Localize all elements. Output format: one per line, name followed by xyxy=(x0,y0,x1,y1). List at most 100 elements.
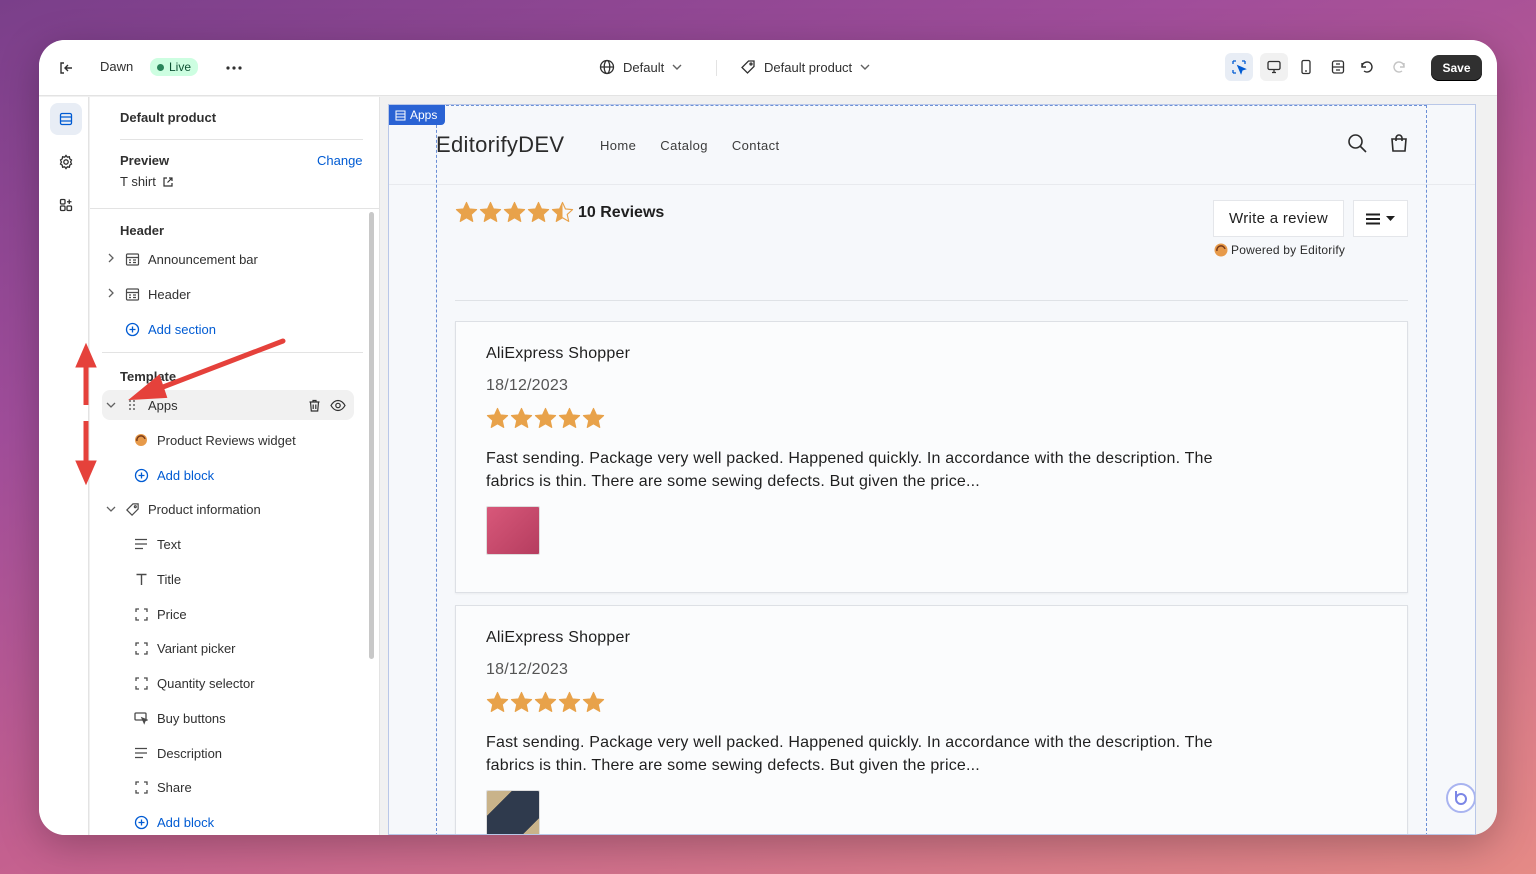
sections-icon[interactable] xyxy=(50,103,82,135)
block-icon xyxy=(129,641,153,655)
exit-icon[interactable] xyxy=(52,54,80,82)
section-apps[interactable]: Apps xyxy=(102,390,354,420)
add-section-label: Add section xyxy=(148,321,216,337)
review-card: AliExpress Shopper 18/12/2023 Fast sendi… xyxy=(455,321,1408,593)
eye-icon[interactable] xyxy=(330,398,346,413)
block-title[interactable]: Title xyxy=(129,564,354,594)
star-half-icon xyxy=(551,201,574,222)
block-label: Price xyxy=(157,606,187,622)
template-selector[interactable]: Default product xyxy=(740,59,870,75)
review-author: AliExpress Shopper xyxy=(486,345,631,362)
block-label: Share xyxy=(157,779,192,795)
apps-section-tag[interactable]: Apps xyxy=(389,105,446,125)
external-link-icon xyxy=(163,176,173,187)
tag-icon xyxy=(120,502,144,517)
section-label: Announcement bar xyxy=(148,251,258,267)
floating-widget-icon[interactable] xyxy=(1446,783,1475,813)
settings-gear-icon[interactable] xyxy=(50,146,82,178)
menu-icon xyxy=(1366,213,1380,224)
review-photo-thumbnail[interactable] xyxy=(486,790,540,834)
add-section-button[interactable]: Add section xyxy=(102,314,354,344)
block-icon xyxy=(129,676,153,690)
preview-label: Preview xyxy=(120,153,170,168)
block-icon xyxy=(129,607,153,621)
review-photo-thumbnail[interactable] xyxy=(486,506,540,555)
sidebar-title: Default product xyxy=(120,110,217,125)
sidebar-scrollbar[interactable] xyxy=(369,212,374,659)
star-full-icon xyxy=(558,691,581,712)
caret-down-icon xyxy=(1386,216,1395,221)
reviews-count: 10 Reviews xyxy=(578,203,665,221)
block-variant-picker[interactable]: Variant picker xyxy=(129,633,354,663)
review-date: 18/12/2023 xyxy=(486,661,569,678)
full-width-icon[interactable] xyxy=(1324,53,1352,81)
app-icon xyxy=(129,433,153,447)
block-description[interactable]: Description xyxy=(129,738,354,768)
store-preview-frame[interactable]: EditorifyDEV Home Catalog Contact Apps 1… xyxy=(388,104,1476,835)
add-block-button[interactable]: Add block xyxy=(129,460,354,490)
block-label: Product Reviews widget xyxy=(157,432,296,448)
plus-circle-icon xyxy=(129,468,153,483)
rating-summary: 10 Reviews xyxy=(455,201,664,224)
section-header[interactable]: Header xyxy=(102,279,354,309)
preview-value[interactable]: T shirt xyxy=(120,174,174,189)
live-dot-icon xyxy=(157,63,164,71)
section-label: Product information xyxy=(148,501,261,517)
review-text: Fast sending. Package very well packed. … xyxy=(486,734,1213,774)
star-full-icon xyxy=(558,407,581,428)
mobile-icon[interactable] xyxy=(1292,53,1320,81)
more-icon[interactable] xyxy=(220,54,248,82)
section-icon xyxy=(120,252,144,267)
undo-icon[interactable] xyxy=(1352,53,1380,81)
locale-selector[interactable]: Default xyxy=(599,59,682,75)
powered-by-label: Powered by Editorify xyxy=(1231,243,1346,257)
header-group-label: Header xyxy=(120,223,165,238)
reviews-divider xyxy=(455,300,1408,301)
block-label: Description xyxy=(157,745,223,761)
block-share[interactable]: Share xyxy=(129,772,354,802)
review-stars xyxy=(486,691,605,714)
chevron-down-icon[interactable] xyxy=(102,503,120,515)
globe-icon xyxy=(599,59,615,75)
editorify-logo-icon xyxy=(1214,243,1228,257)
chevron-down-icon[interactable] xyxy=(102,399,120,411)
block-price[interactable]: Price xyxy=(129,599,354,629)
chevron-right-icon xyxy=(102,253,120,266)
live-badge: Live xyxy=(150,58,199,76)
apps-tag-label: Apps xyxy=(410,108,438,122)
chevron-down-icon xyxy=(672,64,682,70)
block-quantity-selector[interactable]: Quantity selector xyxy=(129,668,354,698)
add-block-button[interactable]: Add block xyxy=(129,807,354,835)
template-label: Default product xyxy=(764,59,853,75)
block-buy-buttons[interactable]: Buy buttons xyxy=(129,703,354,733)
section-product-information[interactable]: Product information xyxy=(102,494,354,524)
redo-icon[interactable] xyxy=(1386,53,1414,81)
powered-by[interactable]: Powered by Editorify xyxy=(1214,243,1345,257)
block-product-reviews-widget[interactable]: Product Reviews widget xyxy=(129,425,354,455)
block-text[interactable]: Text xyxy=(129,529,354,559)
section-label: Header xyxy=(148,286,191,302)
drag-handle-icon[interactable] xyxy=(120,399,144,411)
star-full-icon xyxy=(582,407,605,428)
save-button[interactable]: Save xyxy=(1431,55,1482,81)
star-full-icon xyxy=(486,407,509,428)
section-label: Apps xyxy=(148,397,178,413)
section-announcement-bar[interactable]: Announcement bar xyxy=(102,244,354,274)
apps-grid-icon[interactable] xyxy=(50,189,82,221)
title-icon xyxy=(129,573,153,586)
star-full-icon xyxy=(455,201,478,222)
preview-area: EditorifyDEV Home Catalog Contact Apps 1… xyxy=(381,97,1497,835)
block-label: Variant picker xyxy=(157,640,236,656)
template-group-label: Template xyxy=(120,369,177,384)
desktop-icon[interactable] xyxy=(1260,53,1288,81)
trash-icon[interactable] xyxy=(307,398,322,413)
block-label: Buy buttons xyxy=(157,710,226,726)
star-full-icon xyxy=(534,691,557,712)
sort-menu-button[interactable] xyxy=(1353,200,1408,237)
star-full-icon xyxy=(510,691,533,712)
star-full-icon xyxy=(534,407,557,428)
change-preview-link[interactable]: Change xyxy=(317,153,363,168)
inspector-icon[interactable] xyxy=(1225,53,1253,81)
side-rail xyxy=(39,97,89,835)
write-review-button[interactable]: Write a review xyxy=(1213,200,1344,237)
